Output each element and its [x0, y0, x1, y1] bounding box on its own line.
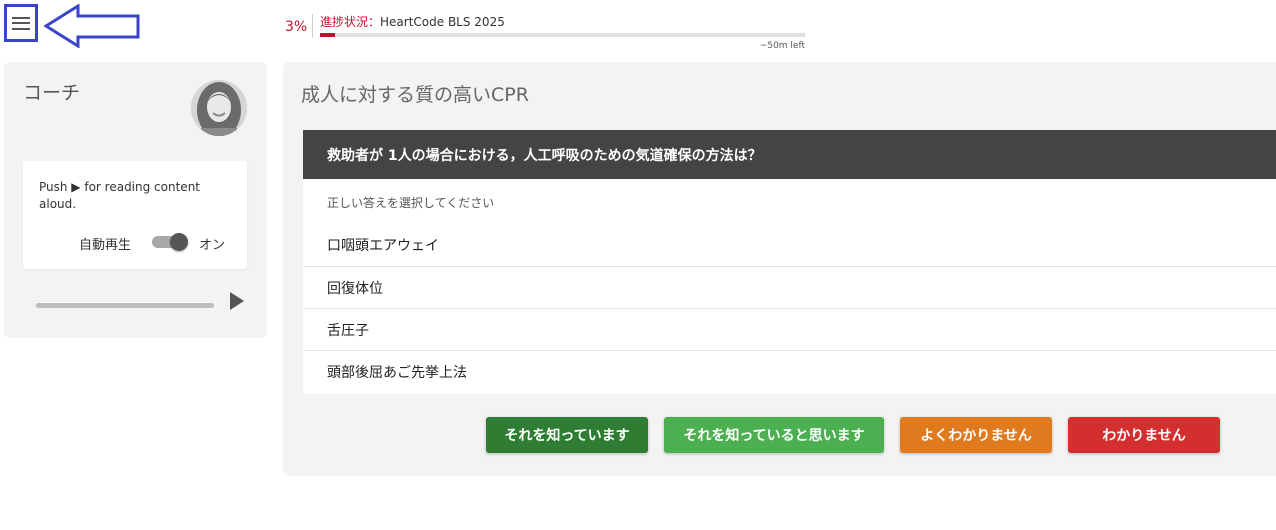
question-text: 救助者が 1人の場合における，人工呼吸のための気道確保の方法は？: [303, 130, 1276, 179]
progress-bar-fill: [320, 33, 335, 37]
autoplay-label: 自動再生: [79, 238, 132, 253]
autoplay-state: オン: [199, 238, 226, 253]
dont-know-button[interactable]: わかりません: [1068, 417, 1220, 453]
progress-percent: 3%: [285, 19, 308, 35]
menu-button[interactable]: [4, 4, 38, 42]
progress-label: 進捗状況：HeartCode BLS 2025: [320, 13, 505, 30]
not-sure-button[interactable]: よくわかりません: [900, 417, 1052, 453]
progress-keyword: 進捗状況：: [320, 15, 381, 29]
think-know-button[interactable]: それを知っていると思います: [664, 417, 884, 453]
autoplay-toggle[interactable]: [152, 233, 188, 251]
course-name: HeartCode BLS 2025: [380, 15, 505, 29]
hamburger-icon: [12, 16, 30, 30]
divider: [312, 14, 313, 38]
question-panel: 成人に対する質の高いCPR 救助者が 1人の場合における，人工呼吸のための気道確…: [283, 62, 1276, 476]
section-title: 成人に対する質の高いCPR: [301, 84, 529, 106]
coach-avatar: [191, 80, 247, 136]
coach-panel: コーチ Push ▶ for reading content aloud. 自動…: [4, 62, 267, 338]
annotation-arrow-icon: [44, 4, 140, 48]
progress-bar: [320, 33, 805, 37]
answer-option[interactable]: 頭部後屈あご先挙上法: [303, 350, 1276, 392]
answer-instruction: 正しい答えを選択してください: [327, 196, 495, 210]
answer-option[interactable]: 舌圧子: [303, 308, 1276, 350]
read-aloud-instruction: Push ▶ for reading content aloud.: [39, 180, 200, 211]
answer-option[interactable]: 口咽頭エアウェイ: [303, 224, 1276, 266]
time-left: ~50m left: [759, 41, 805, 51]
answer-option[interactable]: 回復体位: [303, 266, 1276, 308]
play-icon[interactable]: [229, 292, 245, 310]
read-aloud-card: Push ▶ for reading content aloud. 自動再生 オ…: [23, 161, 247, 269]
know-it-button[interactable]: それを知っています: [486, 417, 648, 453]
answer-list: 正しい答えを選択してください 口咽頭エアウェイ 回復体位 舌圧子 頭部後屈あご先…: [303, 179, 1276, 394]
coach-title: コーチ: [23, 82, 81, 104]
audio-progress-slider[interactable]: [36, 303, 214, 308]
